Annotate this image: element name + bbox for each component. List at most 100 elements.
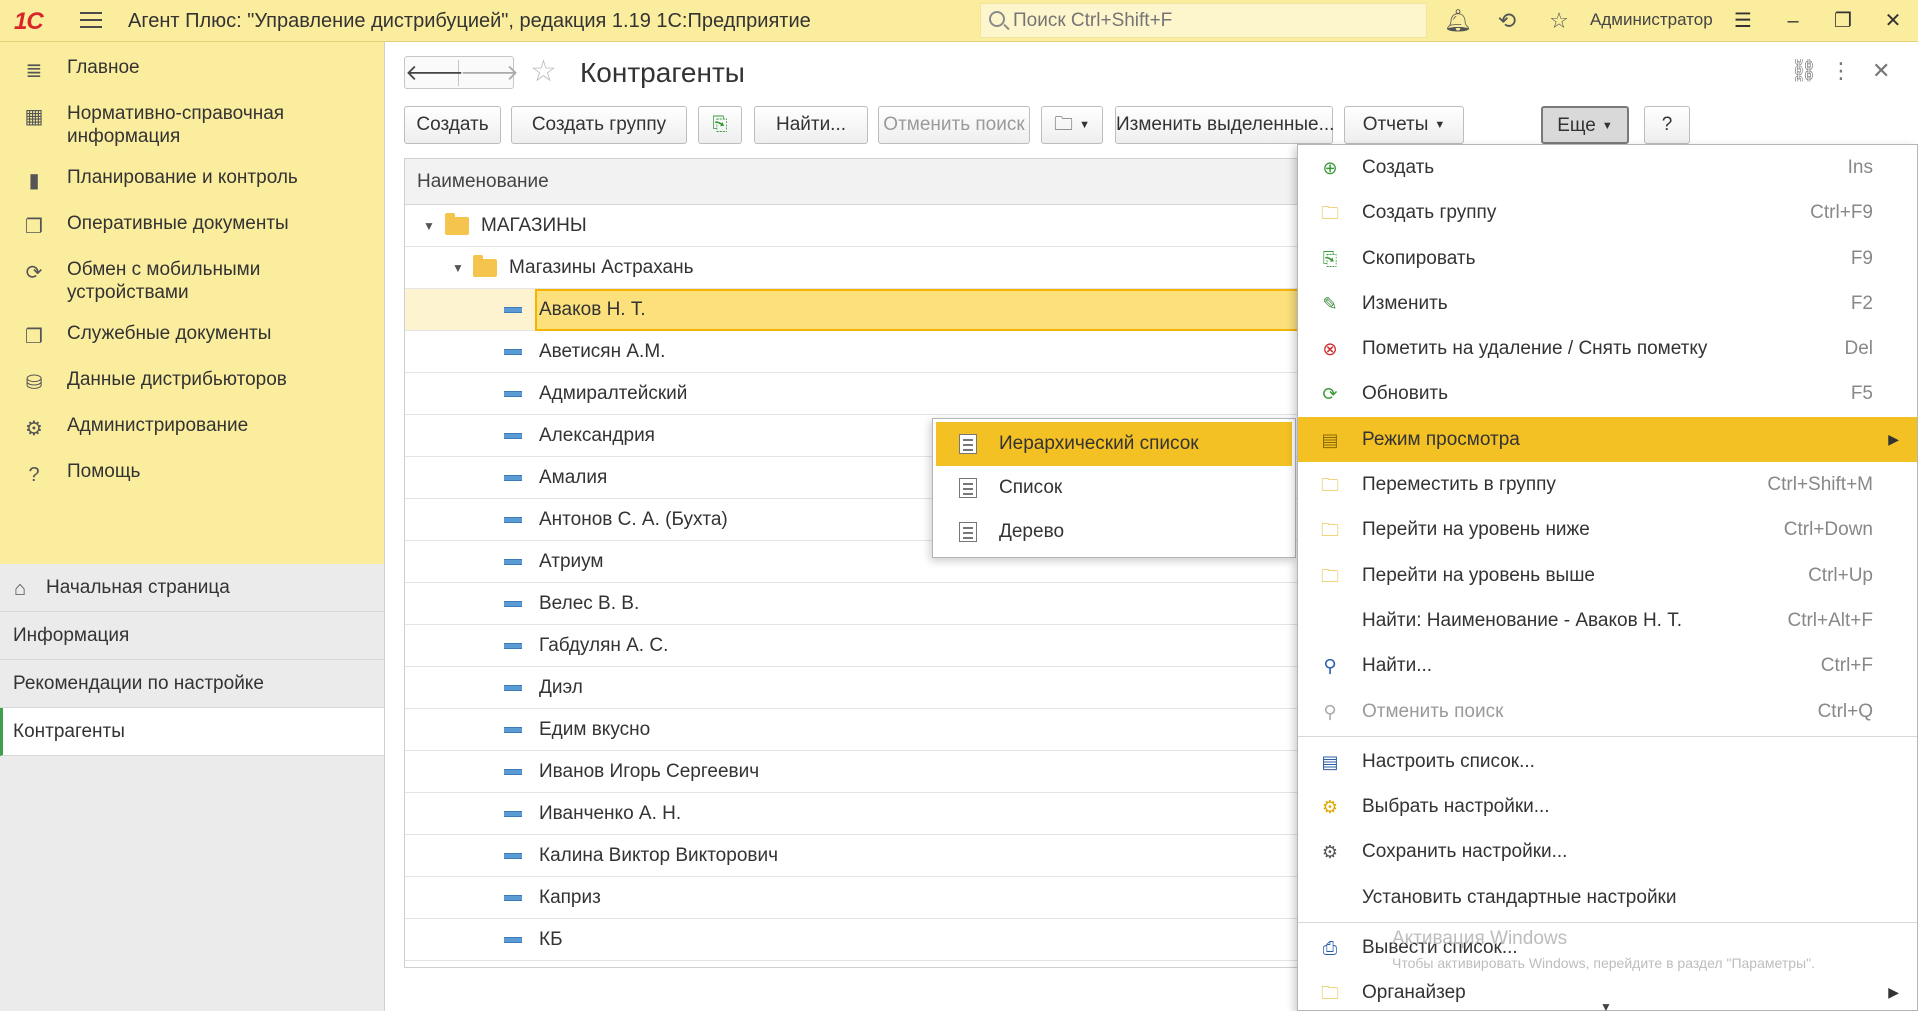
item-icon	[504, 307, 522, 313]
menu-icon[interactable]	[80, 12, 102, 30]
create-button[interactable]: Создать	[404, 106, 501, 144]
reports-button[interactable]: Отчеты ▼	[1344, 106, 1464, 144]
sidebar-item-mobile-exchange[interactable]: ⟳ Обмен с мобильными устройствами	[0, 250, 384, 314]
history-icon[interactable]: ⟲	[1494, 8, 1520, 34]
page-title: Контрагенты	[580, 57, 745, 88]
menu-item-level-up[interactable]: 🗀 Перейти на уровень выше Ctrl+Up	[1298, 553, 1917, 598]
find-button[interactable]: Найти...	[754, 106, 868, 144]
menu-item-find[interactable]: ⚲ Найти... Ctrl+F	[1298, 643, 1917, 688]
item-icon	[504, 853, 522, 859]
sidebar-item-planning[interactable]: ▮ Планирование и контроль	[0, 158, 384, 204]
link-icon[interactable]: ⛓	[1790, 58, 1818, 84]
menu-item-edit[interactable]: ✎ Изменить F2	[1298, 281, 1917, 326]
menu-item-move-to-group[interactable]: 🗀 Переместить в группу Ctrl+Shift+M	[1298, 462, 1917, 507]
tree-icon	[959, 522, 977, 542]
menu-item-mark-delete[interactable]: ⊗ Пометить на удаление / Снять пометку Del	[1298, 326, 1917, 371]
list-icon	[959, 478, 977, 498]
favorite-star-icon[interactable]: ☆	[530, 54, 557, 89]
gear-icon: ⚙	[25, 418, 43, 440]
toolbar: Создать Создать группу ⎘ Найти... Отмени…	[404, 106, 1904, 144]
back-arrow-icon[interactable]: 🡐	[405, 60, 464, 86]
folder-icon	[473, 255, 497, 277]
close-icon[interactable]: ✕	[1880, 8, 1906, 34]
user-name[interactable]: Администратор	[1590, 10, 1713, 30]
more-vertical-icon[interactable]: ⋮	[1830, 58, 1852, 84]
menu-item-create[interactable]: ⊕ Создать Ins	[1298, 145, 1917, 190]
submenu-item-tree[interactable]: Дерево	[933, 510, 1295, 554]
menu-item-find-by-name[interactable]: Найти: Наименование - Аваков Н. Т. Ctrl+A…	[1298, 598, 1917, 643]
submenu-arrow-icon: ▶	[1888, 984, 1899, 1001]
open-windows-list: ⌂ Начальная страница Информация Рекоменда…	[0, 564, 384, 756]
item-icon	[504, 517, 522, 523]
app-logo: 1С	[14, 8, 44, 35]
app-title: Агент Плюс: "Управление дистрибуцией", р…	[128, 10, 811, 32]
sidebar-item-main[interactable]: ≣ Главное	[0, 48, 384, 94]
item-icon	[504, 433, 522, 439]
minimize-icon[interactable]: –	[1780, 8, 1806, 34]
folder-icon	[445, 213, 469, 235]
menu-separator	[1298, 735, 1917, 737]
menu-item-default-settings[interactable]: Установить стандартные настройки	[1298, 875, 1917, 920]
submenu-item-hierarchical-list[interactable]: Иерархический список	[936, 422, 1292, 466]
sections-panel: ≣ Главное ▦ Нормативно-справочная информац…	[0, 42, 384, 564]
menu-item-save-settings[interactable]: ⚙ Сохранить настройки...	[1298, 829, 1917, 874]
windows-activation-hint: Чтобы активировать Windows, перейдите в …	[1392, 955, 1815, 971]
menu-item-choose-settings[interactable]: ⚙ Выбрать настройки...	[1298, 784, 1917, 829]
open-window-info[interactable]: Информация	[0, 612, 384, 660]
sidebar-item-service-docs[interactable]: ❐ Служебные документы	[0, 314, 384, 360]
item-icon	[504, 685, 522, 691]
cancel-search-button[interactable]: Отменить поиск	[878, 106, 1030, 144]
more-button[interactable]: Еще ▼	[1541, 106, 1629, 144]
expand-triangle-icon[interactable]: ▼	[423, 205, 435, 247]
edit-selected-button[interactable]: Изменить выделенные...	[1115, 106, 1334, 144]
view-mode-icon: ▤	[1321, 429, 1339, 450]
open-window-recommendations[interactable]: Рекомендации по настройке	[0, 660, 384, 708]
attach-icon[interactable]: 🗀 ▼	[1041, 106, 1103, 144]
menu-item-refresh[interactable]: ⟳ Обновить F5	[1298, 371, 1917, 416]
menu-item-level-down[interactable]: 🗀 Перейти на уровень ниже Ctrl+Down	[1298, 507, 1917, 552]
menu-item-configure-list[interactable]: ▤ Настроить список...	[1298, 739, 1917, 784]
menu-item-cancel-search[interactable]: ⚲ Отменить поиск Ctrl+Q	[1298, 689, 1917, 734]
expand-triangle-icon[interactable]: ▼	[452, 247, 464, 289]
home-icon: ⌂	[14, 578, 27, 600]
item-icon	[504, 769, 522, 775]
open-window-home[interactable]: ⌂ Начальная страница	[0, 564, 384, 612]
menu-item-copy[interactable]: ⎘ Скопировать F9	[1298, 236, 1917, 281]
help-button[interactable]: ?	[1644, 106, 1690, 144]
open-window-counterparties[interactable]: Контрагенты	[0, 708, 384, 756]
sidebar-item-reference[interactable]: ▦ Нормативно-справочная информация	[0, 94, 384, 158]
item-icon	[504, 895, 522, 901]
menu-scroll-down-icon[interactable]: ▼	[1600, 1000, 1612, 1011]
create-group-button[interactable]: Создать группу	[511, 106, 687, 144]
menu-item-create-group[interactable]: 🗀 Создать группу Ctrl+F9	[1298, 190, 1917, 235]
copy-icon: ⎘	[1322, 248, 1338, 269]
search-icon	[989, 11, 1005, 27]
submenu-arrow-icon: ▶	[1888, 430, 1899, 447]
documents-icon: ❐	[25, 326, 43, 348]
search-box[interactable]	[980, 3, 1427, 38]
more-menu: ⊕ Создать Ins 🗀 Создать группу Ctrl+F9 ⎘ Скоп…	[1297, 144, 1918, 1011]
documents-icon: ❐	[25, 216, 43, 238]
maximize-icon[interactable]: ❐	[1830, 8, 1856, 34]
settings-icon[interactable]: ☰	[1730, 8, 1756, 34]
forward-arrow-icon[interactable]: 🡒	[460, 60, 519, 86]
item-icon	[504, 727, 522, 733]
sidebar-item-operational-docs[interactable]: ❐ Оперативные документы	[0, 204, 384, 250]
close-form-icon[interactable]: ✕	[1872, 58, 1890, 84]
bell-icon[interactable]: 🔔︎	[1444, 8, 1472, 34]
magnifier-icon: ⚲	[1323, 656, 1337, 677]
database-icon: ⛁	[25, 372, 43, 394]
search-input[interactable]	[1013, 9, 1413, 33]
submenu-item-list[interactable]: Список	[933, 466, 1295, 510]
star-icon[interactable]: ☆	[1546, 8, 1572, 34]
pencil-icon: ✎	[1322, 293, 1338, 314]
sidebar-item-distributor-data[interactable]: ⛁ Данные дистрибьюторов	[0, 360, 384, 406]
folder-plus-icon: 🗀	[1321, 203, 1339, 224]
folder-down-icon: 🗀	[1321, 520, 1339, 541]
printer-icon: ⎙	[1322, 938, 1338, 959]
sidebar-item-help[interactable]: ? Помощь	[0, 452, 384, 498]
nav-buttons: 🡐 🡒	[404, 56, 519, 89]
menu-item-view-mode[interactable]: ▤ Режим просмотра ▶	[1298, 416, 1917, 463]
sidebar-item-administration[interactable]: ⚙ Администрирование	[0, 406, 384, 452]
copy-icon[interactable]: ⎘	[698, 106, 742, 144]
